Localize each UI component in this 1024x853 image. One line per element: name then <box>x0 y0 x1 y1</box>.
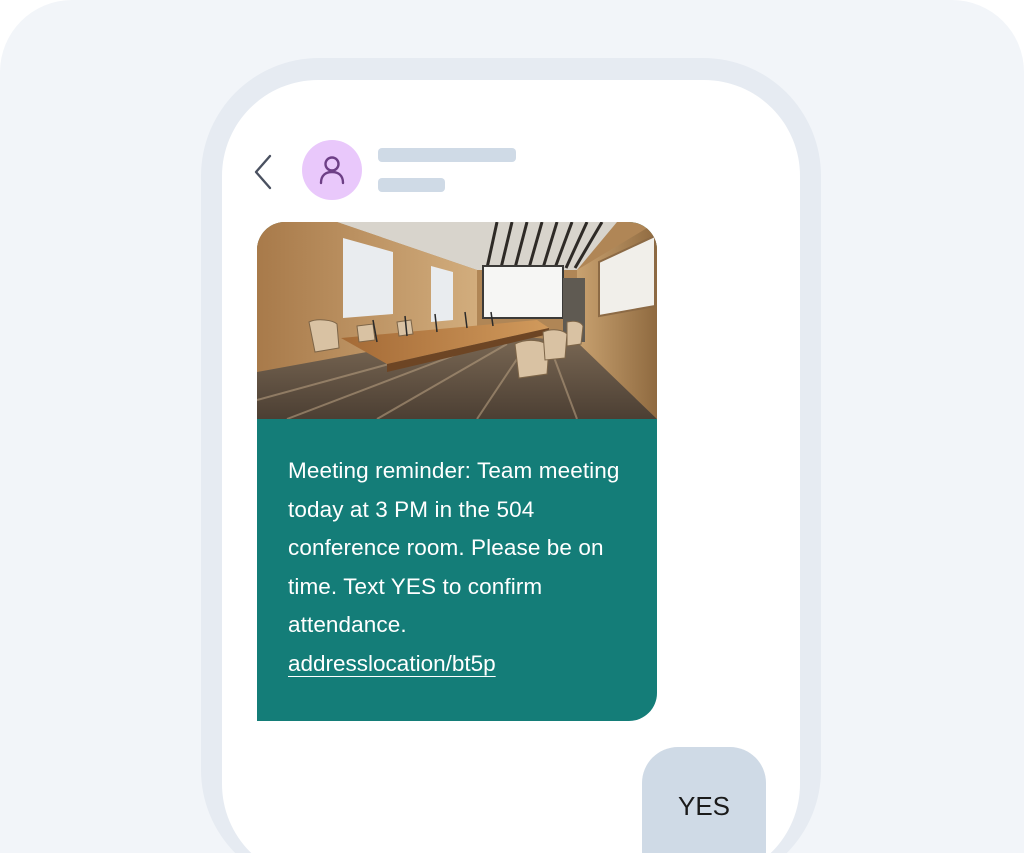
background-canvas: Meeting reminder: Team meeting today at … <box>0 0 1024 853</box>
avatar[interactable] <box>302 140 362 200</box>
chevron-left-icon <box>254 154 272 190</box>
back-button[interactable] <box>250 152 278 192</box>
incoming-message-bubble: Meeting reminder: Team meeting today at … <box>257 222 657 721</box>
reply-text: YES <box>677 791 731 821</box>
message-text: Meeting reminder: Team meeting today at … <box>288 458 620 637</box>
contact-name-placeholder <box>378 148 516 162</box>
outgoing-message-bubble: YES <box>642 747 766 853</box>
message-link[interactable]: addresslocation/bt5p <box>288 649 496 679</box>
phone-screen: Meeting reminder: Team meeting today at … <box>222 80 800 853</box>
contact-number-placeholder <box>378 178 445 192</box>
conference-room-image <box>257 222 657 419</box>
user-icon <box>319 156 345 185</box>
